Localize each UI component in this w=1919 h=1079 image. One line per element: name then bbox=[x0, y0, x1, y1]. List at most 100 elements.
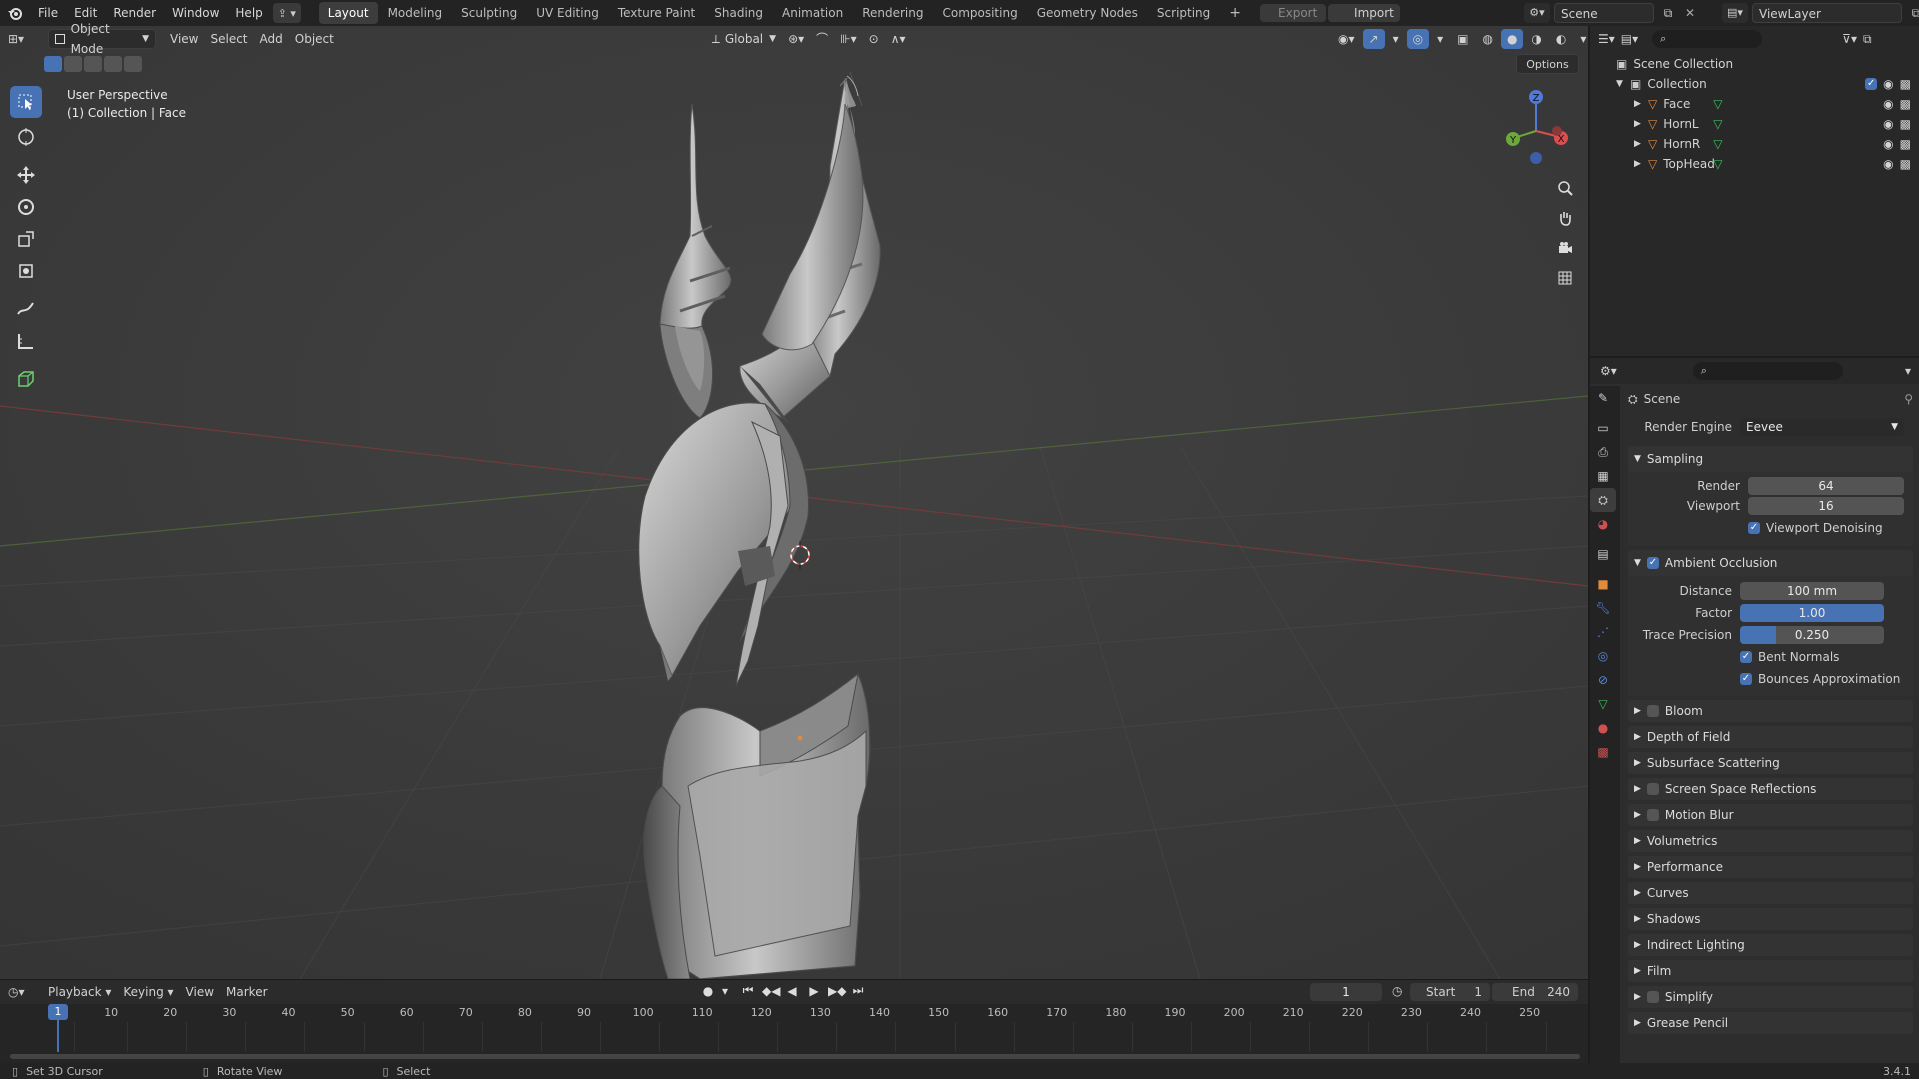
world-tab-icon[interactable]: ◕ bbox=[1590, 512, 1616, 536]
panel-subsurface-scattering[interactable]: ▶ Subsurface Scattering bbox=[1628, 752, 1913, 774]
ao-enable-checkbox[interactable] bbox=[1646, 557, 1659, 569]
render-camera-icon[interactable]: ▩ bbox=[1900, 137, 1911, 151]
cursor-tool[interactable] bbox=[10, 121, 42, 153]
tab-texture-paint[interactable]: Texture Paint bbox=[609, 2, 704, 24]
viewlayer-icon[interactable]: ▤▾ bbox=[1722, 3, 1748, 23]
transform-tool[interactable] bbox=[10, 255, 42, 287]
scale-tool[interactable] bbox=[10, 223, 42, 255]
panel-ambient-occlusion[interactable]: ▼ Ambient Occlusion bbox=[1628, 550, 1913, 576]
viewlayer-name-field[interactable]: ViewLayer bbox=[1752, 3, 1902, 23]
select-box-tool[interactable] bbox=[10, 86, 42, 118]
export-button[interactable]: Export bbox=[1260, 4, 1327, 22]
transform-orientation-dropdown[interactable]: ⟂ Global ▼ bbox=[706, 29, 782, 49]
wireframe-shading-icon[interactable]: ◍ bbox=[1476, 29, 1498, 49]
measure-tool[interactable] bbox=[10, 325, 42, 357]
ao-factor-slider[interactable]: 1.00 bbox=[1740, 604, 1884, 622]
clock-editor-icon[interactable]: ◷▾ bbox=[8, 985, 42, 999]
falloff-icon[interactable]: ∧▾ bbox=[885, 29, 912, 49]
new-viewlayer-icon[interactable]: ⧉ bbox=[1906, 3, 1919, 23]
particles-tab-icon[interactable]: ⋰ bbox=[1590, 620, 1616, 644]
current-frame-field[interactable]: 1 bbox=[1310, 983, 1382, 1001]
mesh-data-icon[interactable]: ▽ bbox=[1713, 117, 1722, 131]
scene-tab-icon[interactable]: ⛭ bbox=[1590, 488, 1616, 512]
gizmo-dropdown-icon[interactable]: ▾ bbox=[1387, 29, 1405, 49]
tree-scene-collection[interactable]: ▣ Scene Collection bbox=[1590, 54, 1919, 74]
mesh-data-icon[interactable]: ▽ bbox=[1713, 97, 1722, 111]
rotate-tool[interactable] bbox=[10, 191, 42, 223]
panel-enable-checkbox[interactable] bbox=[1646, 783, 1659, 795]
blender-logo-icon[interactable] bbox=[0, 0, 30, 26]
menu-select[interactable]: Select bbox=[204, 29, 253, 49]
select-extend-icon[interactable] bbox=[64, 56, 82, 72]
tab-layout[interactable]: Layout bbox=[318, 2, 378, 24]
proportional-edit-icon[interactable]: ⊙ bbox=[863, 29, 885, 49]
tree-object-hornl[interactable]: ▶ ▽ HornL ▽ ◉ ▩ bbox=[1590, 114, 1919, 134]
expand-arrow-icon[interactable]: ▶ bbox=[1634, 139, 1648, 149]
navigation-gizmo[interactable]: Z X Y bbox=[1500, 86, 1570, 166]
material-shading-icon[interactable]: ◑ bbox=[1525, 29, 1547, 49]
add-workspace-icon[interactable]: + bbox=[1220, 2, 1250, 24]
ortho-grid-icon[interactable] bbox=[1553, 266, 1577, 290]
panel-film[interactable]: ▶ Film bbox=[1628, 960, 1913, 982]
tab-modeling[interactable]: Modeling bbox=[379, 2, 452, 24]
jump-start-icon[interactable]: ⏮ bbox=[740, 983, 756, 998]
camera-view-icon[interactable] bbox=[1553, 236, 1577, 260]
outliner-editor-icon[interactable]: ☰▾ bbox=[1598, 32, 1615, 46]
render-engine-dropdown[interactable]: Eevee ▼ bbox=[1740, 418, 1904, 436]
tree-collection[interactable]: ▼ ▣ Collection ◉ ▩ bbox=[1590, 74, 1919, 94]
panel-grease-pencil[interactable]: ▶ Grease Pencil bbox=[1628, 1012, 1913, 1034]
panel-sampling[interactable]: ▼ Sampling bbox=[1628, 446, 1913, 472]
mesh-data-icon[interactable]: ▽ bbox=[1713, 157, 1722, 171]
rendered-shading-icon[interactable]: ◐ bbox=[1550, 29, 1572, 49]
ao-distance-field[interactable]: 100 mm bbox=[1740, 582, 1884, 600]
collection-tab-icon[interactable]: ▤ bbox=[1590, 542, 1616, 566]
visibility-eye-icon[interactable]: ◉ bbox=[1883, 97, 1893, 111]
panel-bloom[interactable]: ▶ Bloom bbox=[1628, 700, 1913, 722]
tab-rendering[interactable]: Rendering bbox=[853, 2, 932, 24]
jump-end-icon[interactable]: ⏭ bbox=[850, 983, 866, 998]
menu-help[interactable]: Help bbox=[227, 0, 270, 26]
options-dropdown[interactable]: Options bbox=[1516, 54, 1579, 74]
modifier-tab-icon[interactable]: 🔧︎ bbox=[1590, 596, 1616, 620]
visibility-eye-icon[interactable]: ◉ bbox=[1883, 77, 1893, 91]
properties-search-input[interactable]: ⌕ bbox=[1692, 362, 1843, 380]
editor-type-icon[interactable]: ⊞▾ bbox=[8, 29, 48, 49]
panel-depth-of-field[interactable]: ▶ Depth of Field bbox=[1628, 726, 1913, 748]
menu-object[interactable]: Object bbox=[289, 29, 340, 49]
snap-target-icon[interactable]: ⊪▾ bbox=[834, 29, 862, 49]
tree-object-hornr[interactable]: ▶ ▽ HornR ▽ ◉ ▩ bbox=[1590, 134, 1919, 154]
tab-uv-editing[interactable]: UV Editing bbox=[527, 2, 608, 24]
expand-arrow-icon[interactable]: ▼ bbox=[1616, 79, 1630, 89]
render-camera-icon[interactable]: ▩ bbox=[1900, 97, 1911, 111]
visibility-eye-icon[interactable]: ◉ bbox=[1883, 157, 1893, 171]
tool-tab-icon[interactable]: ✎ bbox=[1590, 386, 1616, 410]
panel-volumetrics[interactable]: ▶ Volumetrics bbox=[1628, 830, 1913, 852]
panel-enable-checkbox[interactable] bbox=[1646, 809, 1659, 821]
properties-options-icon[interactable]: ▾ bbox=[1905, 364, 1911, 378]
material-tab-icon[interactable]: ● bbox=[1590, 716, 1616, 740]
panel-shadows[interactable]: ▶ Shadows bbox=[1628, 908, 1913, 930]
solid-shading-icon[interactable]: ● bbox=[1500, 29, 1524, 49]
data-tab-icon[interactable]: ▽ bbox=[1590, 692, 1616, 716]
menu-playback[interactable]: Playback ▾ bbox=[42, 982, 117, 1002]
render-camera-icon[interactable]: ▩ bbox=[1900, 117, 1911, 131]
play-reverse-icon[interactable]: ◀ bbox=[784, 984, 800, 998]
panel-performance[interactable]: ▶ Performance bbox=[1628, 856, 1913, 878]
xray-icon[interactable]: ▣ bbox=[1451, 29, 1474, 49]
mesh-data-icon[interactable]: ▽ bbox=[1713, 137, 1722, 151]
select-subtract-icon[interactable] bbox=[84, 56, 102, 72]
menu-window[interactable]: Window bbox=[164, 0, 227, 26]
view-layer-tab-icon[interactable]: ▦ bbox=[1590, 464, 1616, 488]
playhead[interactable]: 1 bbox=[48, 1004, 68, 1020]
render-samples-field[interactable]: 64 bbox=[1748, 477, 1904, 495]
next-keyframe-icon[interactable]: ▶◆ bbox=[828, 984, 846, 998]
render-camera-icon[interactable]: ▩ bbox=[1900, 77, 1911, 91]
timeline-scrollbar[interactable] bbox=[10, 1054, 1580, 1059]
expand-arrow-icon[interactable]: ▶ bbox=[1634, 159, 1648, 169]
import-button[interactable]: Import bbox=[1328, 4, 1401, 22]
preview-range-icon[interactable]: ◷ bbox=[1392, 984, 1402, 998]
tree-object-tophead[interactable]: ▶ ▽ TopHead ▽ ◉ ▩ bbox=[1590, 154, 1919, 174]
timeline-ruler[interactable]: 1102030405060708090100110120130140150160… bbox=[0, 1004, 1588, 1064]
select-new-icon[interactable] bbox=[44, 56, 62, 72]
add-cube-tool[interactable] bbox=[10, 363, 42, 395]
